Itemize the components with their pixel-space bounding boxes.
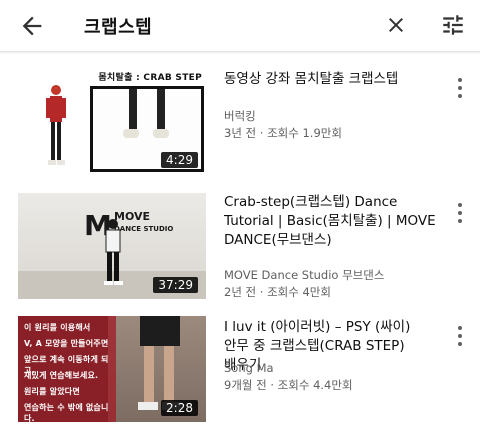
search-top-bar: 크랩스텝 bbox=[0, 0, 480, 52]
caption-line: 연습하는 수 밖에 없습니다. bbox=[24, 403, 109, 422]
video-duration: 37:29 bbox=[153, 277, 198, 293]
arrow-left-icon[interactable] bbox=[18, 12, 46, 40]
tune-filter-icon[interactable] bbox=[440, 12, 466, 38]
video-duration: 2:28 bbox=[161, 400, 198, 416]
caption-line: 재밌게 연습해보세요. bbox=[24, 371, 99, 380]
caption-line: 원리를 알았다면 bbox=[24, 387, 80, 396]
video-meta: 3년 전 · 조회수 1.9만회 bbox=[224, 126, 342, 140]
video-thumbnail[interactable]: 몸치탈출 : CRAB STEP 4:29 bbox=[18, 68, 206, 174]
close-icon[interactable] bbox=[384, 13, 408, 37]
caption-line: 이 원리를 이용해서 bbox=[24, 323, 91, 332]
video-result-2[interactable]: M MOVE DANCE STUDIO 37:29 Crab-step(크랩스텝… bbox=[0, 193, 480, 313]
video-meta: 9개월 전 · 조회수 4.4만회 bbox=[224, 378, 353, 392]
video-thumbnail[interactable]: M MOVE DANCE STUDIO 37:29 bbox=[18, 193, 206, 299]
more-vertical-icon[interactable] bbox=[450, 199, 470, 227]
search-query-text[interactable]: 크랩스텝 bbox=[84, 13, 152, 39]
video-result-3[interactable]: 이 원리를 이용해서 V, A 모양을 만들어주면 앞으로 계속 이동하게 되고… bbox=[0, 316, 480, 424]
video-meta: 2년 전 · 조회수 4만회 bbox=[224, 285, 331, 299]
video-result-1[interactable]: 몸치탈출 : CRAB STEP 4:29 동영상 강좌 몸치탈출 크랩스텝 버… bbox=[0, 68, 480, 188]
channel-name[interactable]: Song Ma bbox=[224, 360, 436, 377]
thumbnail-caption: 몸치탈출 : CRAB STEP bbox=[98, 73, 202, 83]
dancer-figure bbox=[46, 85, 66, 165]
video-duration: 4:29 bbox=[161, 152, 198, 168]
video-thumbnail[interactable]: 이 원리를 이용해서 V, A 모양을 만들어주면 앞으로 계속 이동하게 되고… bbox=[18, 316, 206, 422]
more-vertical-icon[interactable] bbox=[450, 322, 470, 350]
caption-overlay: 이 원리를 이용해서 V, A 모양을 만들어주면 앞으로 계속 이동하게 되고… bbox=[18, 316, 116, 422]
video-title[interactable]: 동영상 강좌 몸치탈출 크랩스텝 bbox=[224, 70, 436, 89]
caption-line: V, A 모양을 만들어주면 bbox=[24, 339, 109, 348]
video-title[interactable]: Crab-step(크랩스텝) Dance Tutorial | Basic(몸… bbox=[224, 193, 436, 250]
channel-name[interactable]: 버럭킹 bbox=[224, 108, 436, 125]
dancer-figure bbox=[104, 219, 123, 285]
channel-name[interactable]: MOVE Dance Studio 무브댄스 bbox=[224, 267, 436, 284]
more-vertical-icon[interactable] bbox=[450, 74, 470, 102]
